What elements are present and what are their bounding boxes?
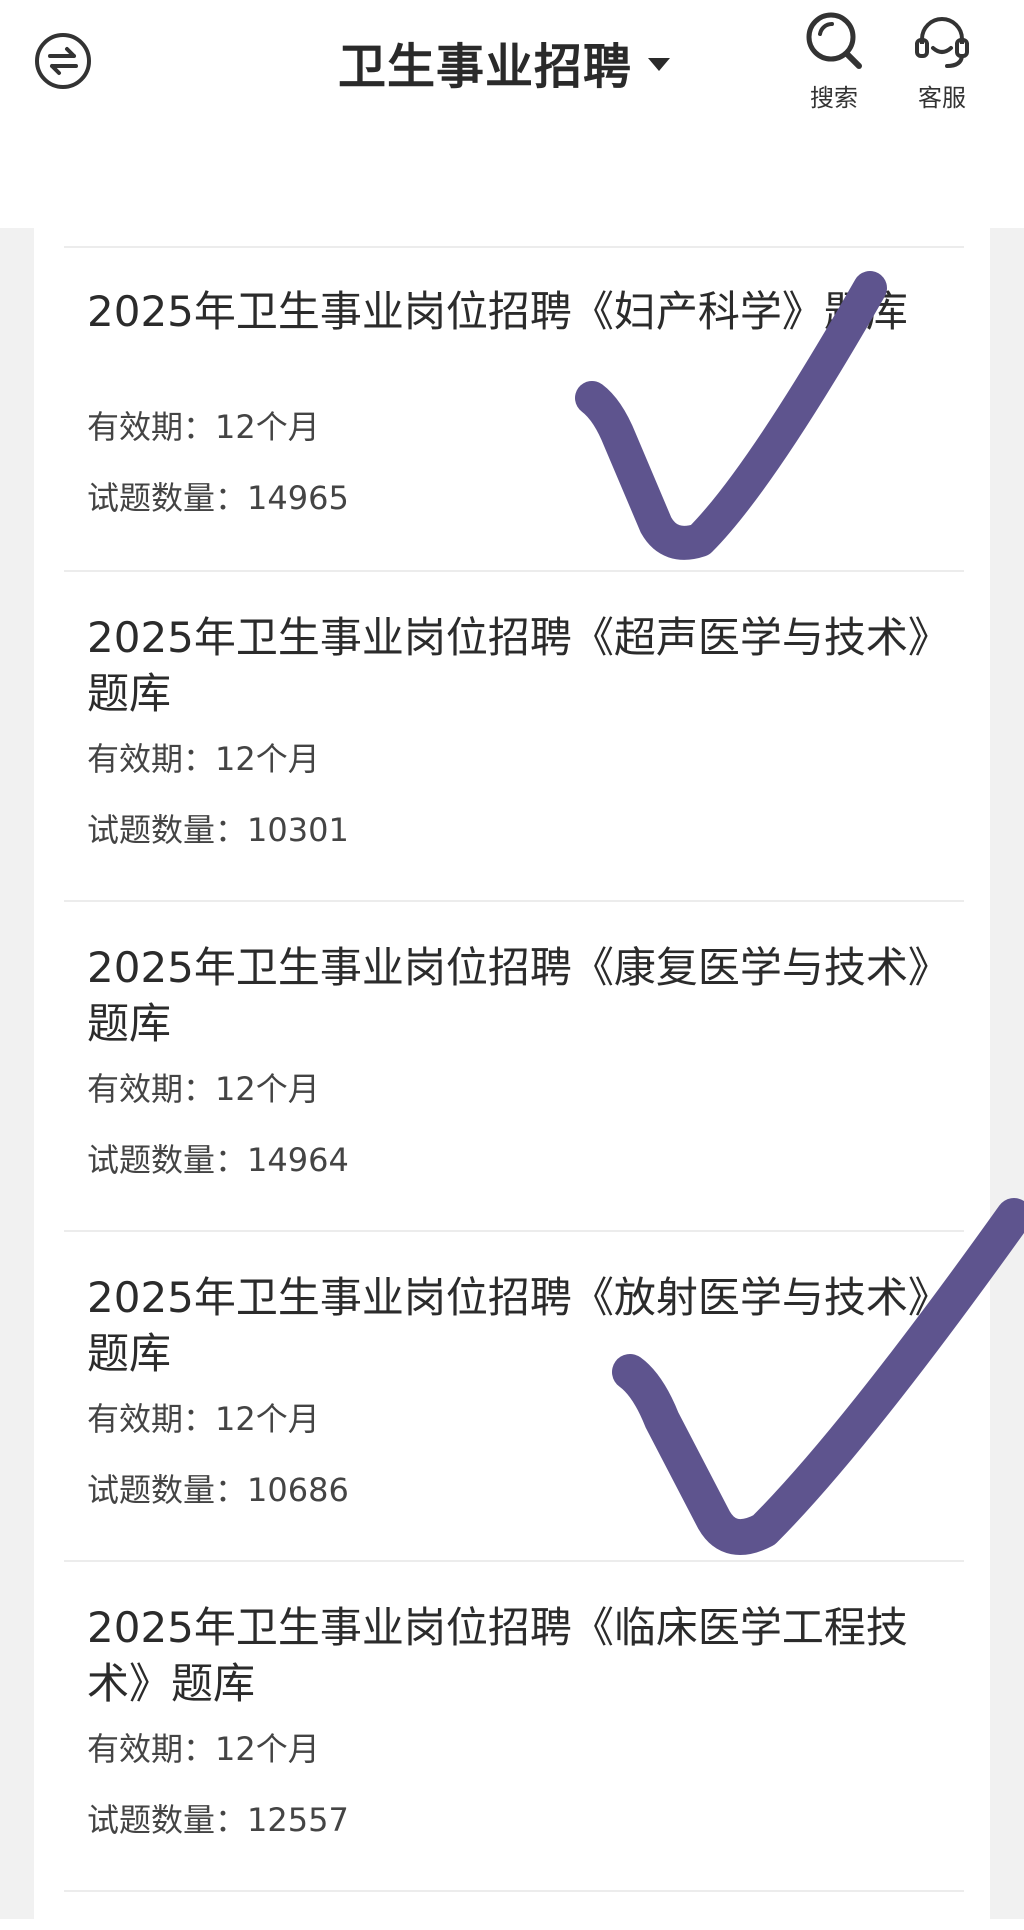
list-item[interactable]: 2025年卫生事业岗位招聘《超声医学与技术》题库 有效期：12个月 试题数量：1… (34, 610, 990, 940)
item-validity: 有效期：12个月 (87, 1070, 320, 1108)
page-background (990, 228, 1024, 1919)
search-icon (806, 12, 862, 69)
swap-circle-icon[interactable] (34, 32, 92, 90)
customer-service-button[interactable]: 客服 (897, 10, 987, 113)
item-validity: 有效期：12个月 (87, 1400, 320, 1438)
search-label: 搜索 (810, 84, 858, 112)
category-dropdown[interactable]: 卫生事业招聘 (338, 30, 671, 95)
item-title: 2025年卫生事业岗位招聘《放射医学与技术》题库 (87, 1273, 929, 1378)
service-label: 客服 (918, 84, 966, 112)
list-item[interactable]: 2025年卫生事业岗位招聘《妇产科学》题库 有效期：12个月 试题数量：1496… (34, 284, 990, 614)
item-validity: 有效期：12个月 (87, 740, 320, 778)
item-question-count: 试题数量：14964 (87, 1141, 349, 1179)
divider (64, 570, 964, 572)
divider (64, 246, 964, 248)
page-background (0, 228, 34, 1919)
caret-down-icon (648, 57, 671, 71)
item-validity: 有效期：12个月 (87, 1730, 320, 1768)
item-title: 2025年卫生事业岗位招聘《超声医学与技术》题库 (87, 613, 929, 718)
search-button[interactable]: 搜索 (789, 10, 879, 113)
list-item[interactable]: 2025年卫生事业岗位招聘《康复医学与技术》题库 有效期：12个月 试题数量：1… (34, 940, 990, 1270)
item-question-count: 试题数量：10686 (87, 1471, 349, 1509)
divider (64, 1890, 964, 1892)
divider (64, 900, 964, 902)
divider (64, 1230, 964, 1232)
question-bank-list: 2025年卫生事业岗位招聘《妇产科学》题库 有效期：12个月 试题数量：1496… (34, 228, 990, 1919)
item-title: 2025年卫生事业岗位招聘《妇产科学》题库 (87, 287, 908, 336)
divider (64, 1560, 964, 1562)
list-item[interactable]: 2025年卫生事业岗位招聘《放射医学与技术》题库 有效期：12个月 试题数量：1… (34, 1270, 990, 1600)
top-bar: 卫生事业招聘 搜索 客服 (0, 0, 1024, 228)
item-validity: 有效期：12个月 (87, 408, 320, 446)
item-title: 2025年卫生事业岗位招聘《康复医学与技术》题库 (87, 943, 929, 1048)
item-question-count: 试题数量：10301 (87, 811, 349, 849)
page-title: 卫生事业招聘 (338, 39, 633, 95)
list-item[interactable]: 2025年卫生事业岗位招聘《临床医学工程技术》题库 有效期：12个月 试题数量：… (34, 1600, 990, 1930)
item-question-count: 试题数量：12557 (87, 1801, 349, 1839)
item-title: 2025年卫生事业岗位招聘《临床医学工程技术》题库 (87, 1603, 908, 1708)
item-question-count: 试题数量：14965 (87, 479, 349, 517)
headset-icon (915, 17, 969, 68)
